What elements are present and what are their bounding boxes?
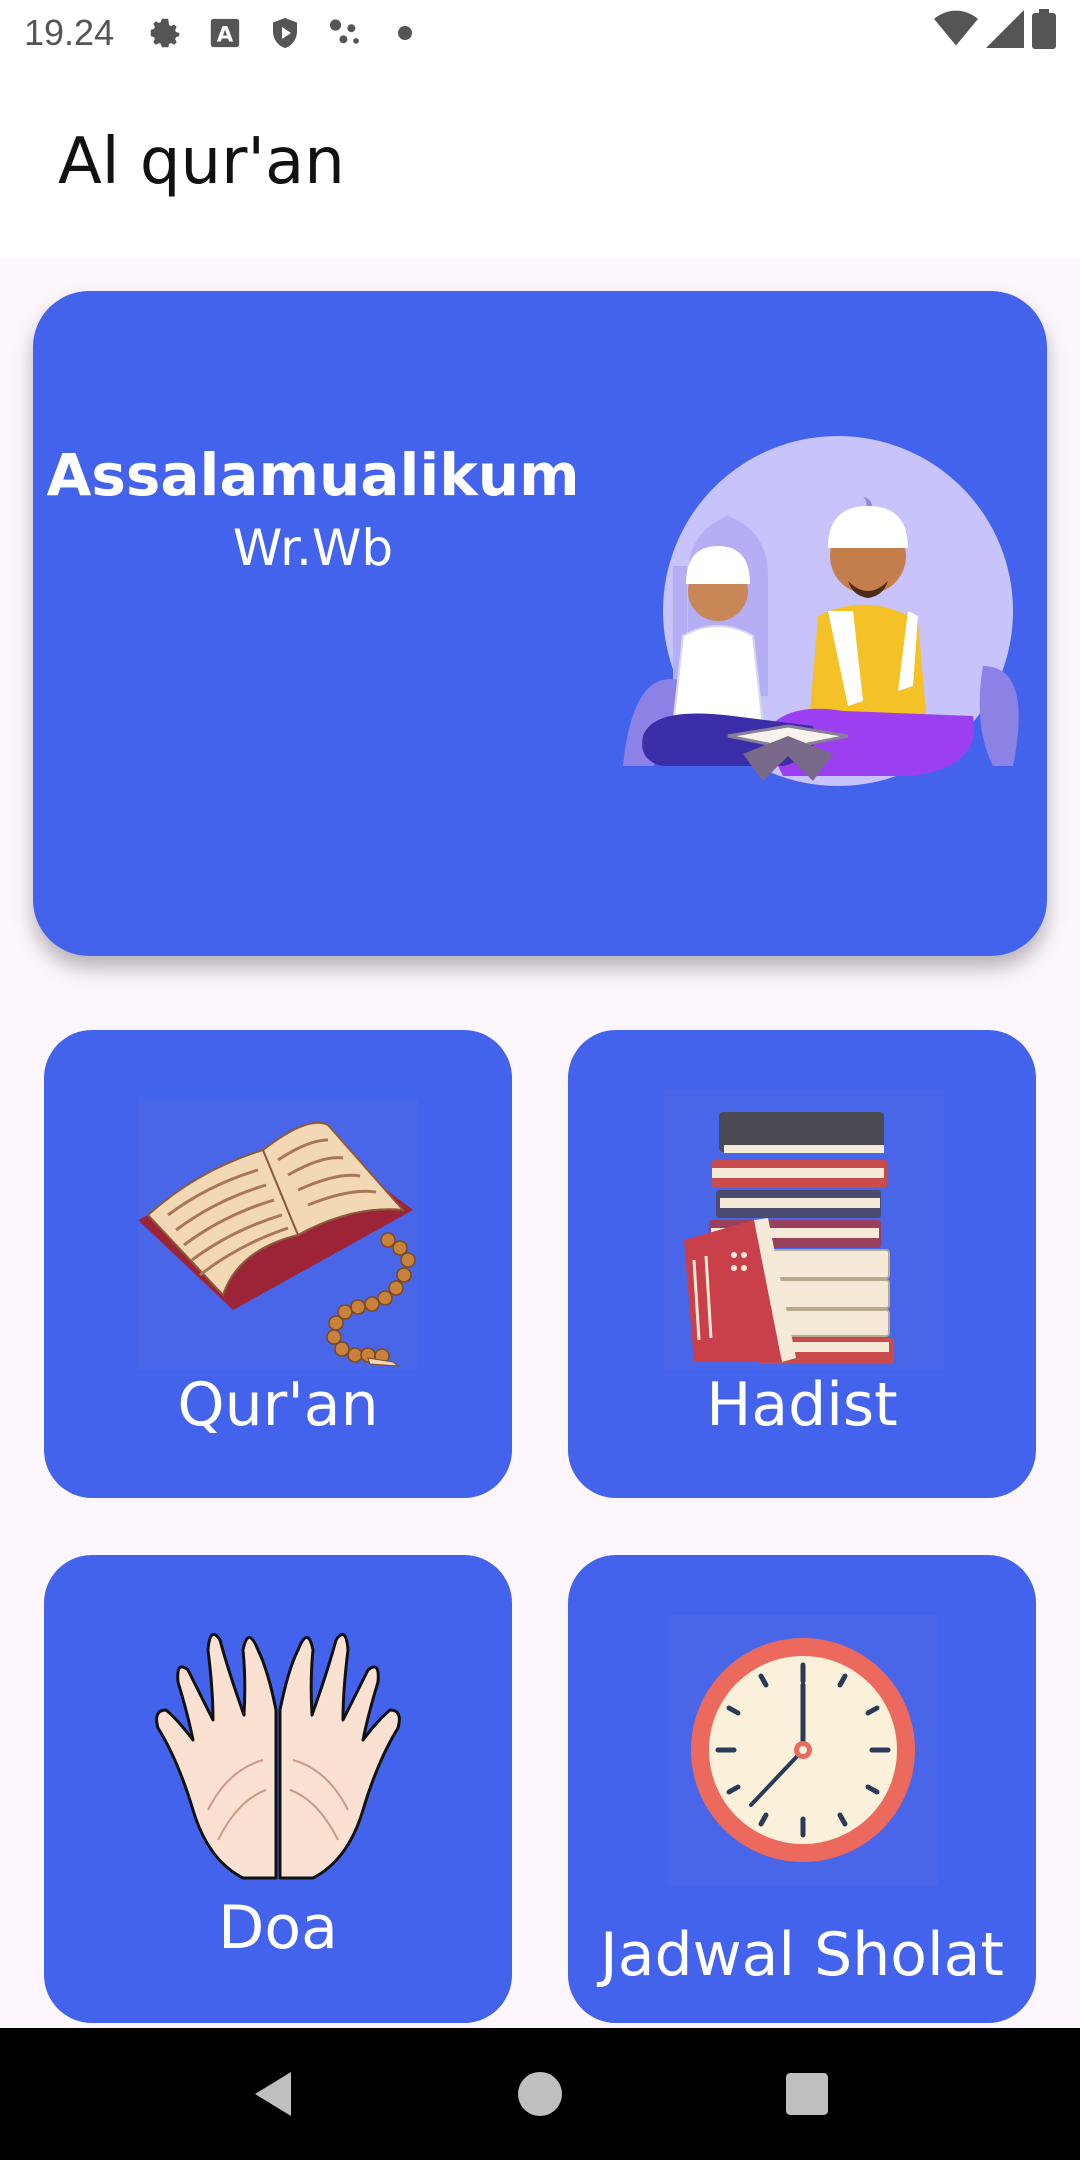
- open-quran-book-icon: [138, 1100, 418, 1370]
- back-icon[interactable]: [233, 2054, 313, 2134]
- clock-icon: [668, 1615, 938, 1885]
- signal-icon: [986, 9, 1024, 57]
- jadwal-sholat-tile-label: Jadwal Sholat: [600, 1920, 1004, 1990]
- hadist-tile[interactable]: Hadist: [568, 1030, 1036, 1498]
- greeting-subtitle: Wr.Wb: [232, 519, 394, 577]
- praying-hands-icon: [155, 1632, 401, 1880]
- home-icon[interactable]: [500, 2054, 580, 2134]
- hadist-tile-label: Hadist: [706, 1370, 898, 1440]
- jadwal-sholat-tile[interactable]: Jadwal Sholat: [568, 1555, 1036, 2023]
- doa-tile-label: Doa: [218, 1893, 338, 1963]
- status-time: 19.24: [24, 12, 115, 53]
- settings-icon: [144, 12, 186, 54]
- quran-tile-label: Qur'an: [177, 1370, 379, 1440]
- page-title: Al qur'an: [58, 125, 345, 199]
- greeting-title: Assalamualikum: [46, 441, 580, 509]
- system-nav-bar: [0, 2028, 1080, 2160]
- svg-text:A: A: [217, 23, 234, 48]
- quran-tile[interactable]: Qur'an: [44, 1030, 512, 1498]
- dot-icon: [384, 12, 426, 54]
- dots-cluster-icon: [324, 12, 366, 54]
- reading-quran-illustration: [623, 436, 1019, 786]
- recents-icon[interactable]: [767, 2054, 847, 2134]
- shield-play-icon: [264, 12, 306, 54]
- a-box-icon: A: [204, 12, 246, 54]
- wifi-icon: [934, 10, 978, 57]
- greeting-card: Assalamualikum Wr.Wb: [33, 291, 1047, 956]
- status-bar: 19.24 A: [0, 0, 1080, 66]
- app-bar: Al qur'an: [0, 66, 1080, 258]
- doa-tile[interactable]: Doa: [44, 1555, 512, 2023]
- book-stack-icon: [664, 1090, 944, 1370]
- battery-icon: [1032, 8, 1056, 58]
